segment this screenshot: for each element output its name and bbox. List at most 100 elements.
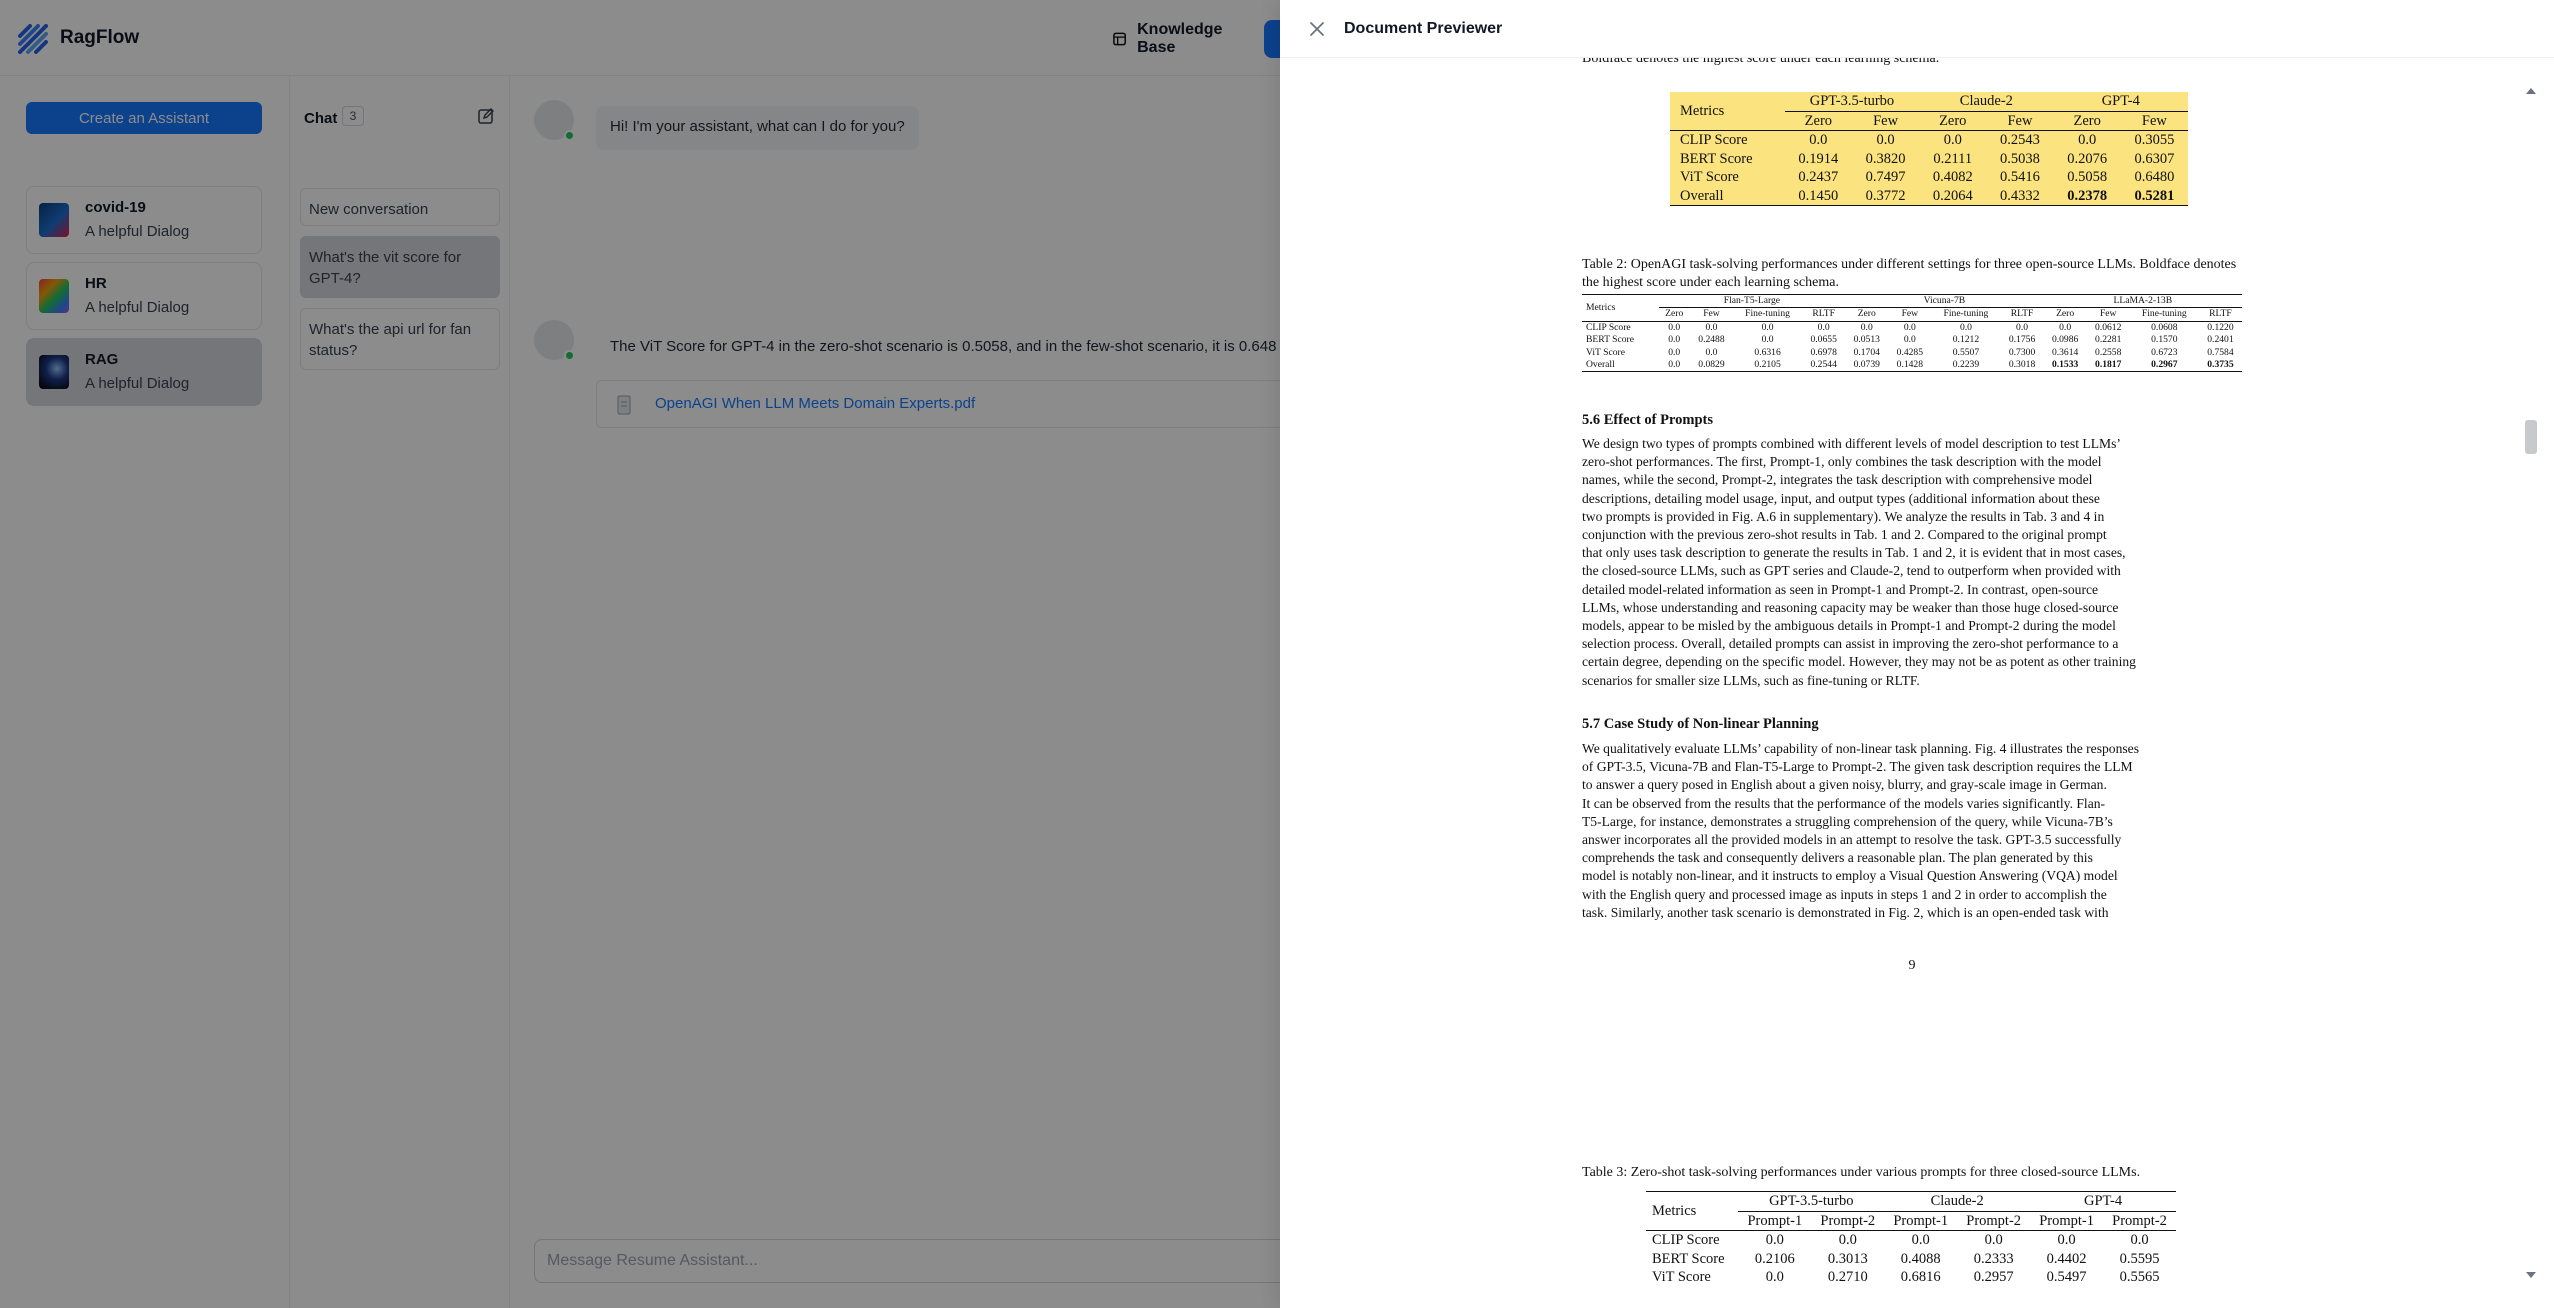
table-cell: 0.0612 bbox=[2095, 321, 2122, 333]
paragraph-line: task. Similarly, another task scenario i… bbox=[1582, 904, 2109, 920]
table-cell: 0.6978 bbox=[1810, 346, 1837, 358]
drawer-title: Document Previewer bbox=[1344, 20, 1503, 37]
table-cell: 0.0 bbox=[1761, 334, 1774, 346]
table-cell: 0.2333 bbox=[1973, 1250, 2014, 1267]
table-cell: 0.2401 bbox=[2207, 334, 2234, 346]
table-cell: 0.0 bbox=[1943, 132, 1962, 148]
table-cell: 0.0986 bbox=[2051, 334, 2079, 346]
paragraph-line: LLMs, whose understanding and reasoning … bbox=[1582, 599, 2119, 615]
table-cell: 0.0513 bbox=[1853, 334, 1880, 346]
table-cell: 0.3614 bbox=[2051, 346, 2079, 358]
table-cell: 0.2105 bbox=[1754, 359, 1781, 371]
table-cell: 0.2957 bbox=[1973, 1269, 2014, 1285]
table-cell: 0.5507 bbox=[1952, 346, 1980, 358]
paragraph-line: of GPT-3.5, Vicuna-7B and Flan-T5-Large … bbox=[1582, 759, 2133, 775]
table-cell: 0.4332 bbox=[2000, 187, 2040, 204]
table-cell: 0.1914 bbox=[1798, 150, 1839, 167]
table-2: Metrics Flan-T5-Large Vicuna-7B LLaMA-2-… bbox=[1582, 294, 2242, 372]
table-cell: 0.3055 bbox=[2134, 132, 2175, 148]
paragraph-line: zero-shot performances. The first, Promp… bbox=[1582, 454, 2102, 470]
table-cell: 0.0655 bbox=[1810, 334, 1837, 346]
table-header: Metrics bbox=[1652, 1202, 1697, 1219]
table-cell: 0.0 bbox=[1761, 321, 1774, 333]
table-cell: 0.0 bbox=[1876, 132, 1895, 148]
app-shell: RagFlow Knowledge Base Create an Assista… bbox=[0, 0, 2554, 1308]
drawer-header: Document Previewer bbox=[1280, 0, 2554, 58]
paragraph-line: to answer a query posed in English about… bbox=[1582, 777, 2107, 793]
table-cell: 0.1704 bbox=[1853, 346, 1880, 358]
table-cell: 0.0 bbox=[1705, 346, 1718, 358]
drawer-mask-overlay[interactable] bbox=[0, 0, 1280, 1308]
table-cell: 0.0 bbox=[1903, 321, 1916, 333]
paragraph-line: It can be observed from the results that… bbox=[1582, 795, 2106, 811]
table-cell: 0.5565 bbox=[2119, 1269, 2160, 1285]
table-cell: 0.0 bbox=[1984, 1232, 2003, 1248]
scrollbar-thumb[interactable] bbox=[2525, 420, 2537, 454]
table-cell: 0.4088 bbox=[1900, 1250, 1941, 1267]
section-5-7-body: We qualitatively evaluate LLMs’ capabili… bbox=[1582, 740, 2242, 922]
table-row: ViT Score 0.0 0.2710 0.6816 0.2957 0.549… bbox=[1646, 1268, 2176, 1287]
close-icon[interactable] bbox=[1308, 20, 1326, 38]
table-cell: 0.0 bbox=[1903, 334, 1916, 346]
table-cell: 0.2378 bbox=[2067, 187, 2108, 204]
table-cell: 0.1220 bbox=[2207, 321, 2234, 333]
table-group-header: LLaMA-2-13B bbox=[2043, 294, 2242, 309]
table-group-header: GPT-3.5-turbo bbox=[1738, 1191, 1885, 1212]
table-cell: 0.6816 bbox=[1900, 1269, 1941, 1285]
table-cell: 0.2437 bbox=[1798, 169, 1839, 185]
table-3-caption: Table 3: Zero-shot task-solving performa… bbox=[1582, 1165, 2141, 1180]
table-cell: 0.0 bbox=[1911, 1232, 1930, 1248]
table-header: Metrics bbox=[1586, 301, 1616, 313]
paragraph-line: We design two types of prompts combined … bbox=[1582, 436, 2121, 451]
table-1-caption-tail: Boldface denotes the highest score under… bbox=[1582, 58, 1940, 66]
table-cell: 0.3735 bbox=[2207, 359, 2234, 371]
table-cell: 0.2239 bbox=[1952, 359, 1980, 371]
table-cell: 0.0 bbox=[1668, 321, 1681, 333]
table-cell: 0.1570 bbox=[2151, 334, 2178, 346]
table-cell: 0.5595 bbox=[2119, 1250, 2160, 1267]
table-cell: 0.2076 bbox=[2067, 150, 2108, 167]
table-group-header: Flan-T5-Large bbox=[1658, 294, 1846, 309]
table-cell: 0.0 bbox=[1668, 359, 1681, 371]
table-header: Metrics bbox=[1680, 102, 1725, 119]
table-cell: 0.6723 bbox=[2151, 346, 2178, 358]
table-cell: 0.0608 bbox=[2151, 321, 2178, 333]
table-1-highlighted: Metrics GPT-3.5-turbo Claude-2 GPT-4 Zer… bbox=[1670, 92, 2188, 206]
table-row-label: Overall bbox=[1586, 359, 1615, 371]
table-sub-header: Few bbox=[2099, 308, 2117, 320]
table-sub-header: Prompt-2 bbox=[1820, 1212, 1876, 1229]
table-cell: 0.0 bbox=[1817, 321, 1830, 333]
document-previewer-drawer: Document Previewer Boldface denotes the … bbox=[1280, 0, 2554, 1308]
table-row: ViT Score 0.2437 0.7497 0.4082 0.5416 0.… bbox=[1670, 168, 2188, 187]
table-sub-header: Zero bbox=[1665, 308, 1684, 320]
table-cell: 0.5416 bbox=[2000, 169, 2040, 185]
table-cell: 0.0 bbox=[1838, 1232, 1857, 1248]
table-sub-header: Zero bbox=[2056, 308, 2075, 320]
table-cell: 0.6316 bbox=[1754, 346, 1781, 358]
table-cell: 0.0 bbox=[2130, 1232, 2149, 1248]
table-cell: 0.1817 bbox=[2095, 359, 2122, 371]
table-group-header: GPT-4 bbox=[2030, 1191, 2176, 1212]
scroll-up-arrow-icon[interactable] bbox=[2524, 86, 2538, 96]
table-cell: 0.0 bbox=[1959, 321, 1972, 333]
table-group-header: GPT-3.5-turbo bbox=[1784, 92, 1920, 112]
table-row-label: CLIP Score bbox=[1680, 132, 1748, 148]
table-row-label: ViT Score bbox=[1680, 169, 1739, 185]
paragraph-line: names, while the second, Prompt-2, integ… bbox=[1582, 472, 2093, 488]
table-row-label: CLIP Score bbox=[1652, 1232, 1720, 1248]
paragraph-line: T5-Large, for instance, demonstrates a s… bbox=[1582, 813, 2113, 829]
paragraph-line: detailed model-related information as se… bbox=[1582, 581, 2099, 597]
table-cell: 0.0829 bbox=[1698, 359, 1725, 371]
table-row: Overall 0.0 0.0829 0.2105 0.2544 0.0739 … bbox=[1582, 359, 2242, 372]
pdf-viewer[interactable]: Boldface denotes the highest score under… bbox=[1280, 58, 2554, 1308]
table-row-label: ViT Score bbox=[1586, 346, 1625, 358]
table-cell: 0.0 bbox=[2016, 321, 2029, 333]
table-row-label: BERT Score bbox=[1652, 1250, 1725, 1267]
table-sub-header: Few bbox=[1873, 112, 1899, 129]
table-row: BERT Score 0.0 0.2488 0.0 0.0655 0.0513 … bbox=[1582, 334, 2242, 346]
table-cell: 0.3820 bbox=[1865, 150, 1906, 167]
scroll-down-arrow-icon[interactable] bbox=[2524, 1270, 2538, 1280]
table-cell: 0.7497 bbox=[1865, 169, 1906, 185]
table-cell: 0.2281 bbox=[2095, 334, 2122, 346]
table-cell: 0.5281 bbox=[2134, 187, 2175, 204]
